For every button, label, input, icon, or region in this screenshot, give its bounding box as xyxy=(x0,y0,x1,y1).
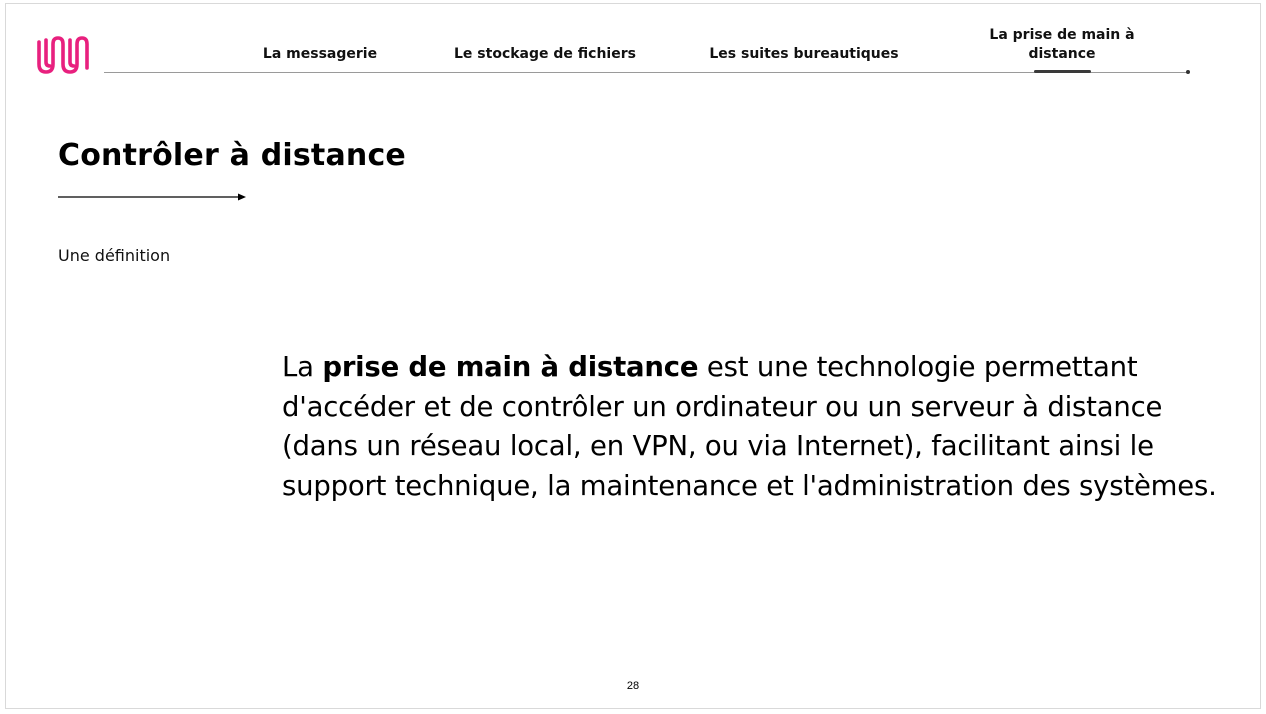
wave-logo-icon xyxy=(37,36,89,74)
slide-title: Contrôler à distance xyxy=(58,138,406,173)
arrow-right-icon xyxy=(58,193,246,201)
nav-tab-prise-de-main[interactable]: La prise de main à distance xyxy=(972,26,1152,64)
page-number: 28 xyxy=(626,680,640,692)
nav-tab-stockage[interactable]: Le stockage de fichiers xyxy=(434,45,656,64)
active-tab-indicator xyxy=(1034,70,1091,73)
definition-term: prise de main à distance xyxy=(322,351,699,383)
nav-divider xyxy=(104,72,1187,73)
nav-tab-suites-bureautiques[interactable]: Les suites bureautiques xyxy=(696,45,912,64)
slide: La messagerie Le stockage de fichiers Le… xyxy=(5,3,1261,709)
nav-end-dot xyxy=(1186,70,1190,74)
definition-text: La prise de main à distance est une tech… xyxy=(282,348,1227,506)
nav-tab-messagerie[interactable]: La messagerie xyxy=(240,45,400,64)
definition-lead: La xyxy=(282,351,323,383)
slide-subtitle: Une définition xyxy=(58,246,171,265)
